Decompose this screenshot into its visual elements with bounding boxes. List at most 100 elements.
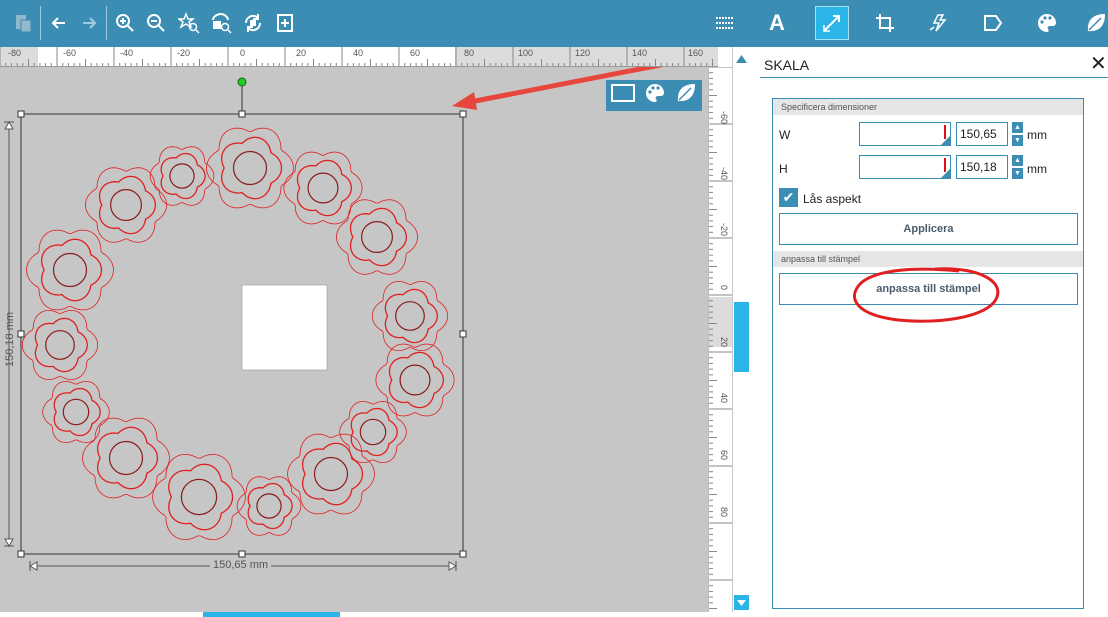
annotation-circle [853,267,1000,323]
flower-outline [26,229,114,311]
horizontal-scroll-thumb[interactable] [203,612,340,617]
flower-center [307,172,339,204]
spinner-up-icon[interactable]: ▲ [1012,155,1023,166]
leaf-icon[interactable] [1084,8,1108,38]
flower-outline [42,380,110,444]
height-dimension-label: 150,18 mm [4,311,16,367]
ruler-tick: -80 [8,48,22,58]
flower-center [45,330,75,360]
zoom-selection-icon[interactable] [174,8,204,38]
flower-petals [34,317,88,373]
flower-outline [149,146,215,206]
flower-outline [371,280,449,352]
redo-icon[interactable] [74,8,104,38]
toolbar-divider [40,6,41,40]
rotate-handle[interactable] [237,77,247,87]
ruler-tick: 60 [719,450,729,461]
zoom-fit-icon[interactable] [206,8,236,38]
horizontal-scrollbar[interactable] [0,612,750,617]
ruler-tick: 40 [353,48,364,58]
flower-center [232,150,268,186]
page-setup-icon[interactable] [978,8,1008,38]
flower-center [52,252,88,288]
ruler-tick: 140 [632,48,648,58]
toolbar-divider [106,6,107,40]
scroll-down-arrow-icon[interactable] [734,595,749,610]
flower-center [180,478,218,516]
text-icon[interactable]: A [762,8,792,38]
spinner-down-icon[interactable]: ▼ [1012,135,1023,146]
palette-icon[interactable] [644,82,666,109]
color-palette-icon[interactable] [1032,8,1062,38]
flower-outline [339,400,407,464]
trace-icon[interactable] [924,8,954,38]
flower-wreath[interactable] [21,127,455,541]
ruler-tick: -60 [63,48,77,58]
canvas-mini-toolbar [606,80,702,111]
scale-panel: SKALA ✕ Specificera dimensioner W 150,65… [760,47,1108,617]
ruler-tick: 40 [719,393,729,404]
flower-petals [388,351,445,409]
width-spinner[interactable]: ▲ ▼ [1012,122,1023,146]
flower-petals [301,442,364,506]
width-label: W [779,128,791,142]
leaf-icon[interactable] [675,82,697,109]
height-input[interactable]: 150,18 [956,155,1008,179]
flower-petals [350,407,398,457]
flower-petals [53,387,101,437]
spinner-up-icon[interactable]: ▲ [1012,122,1023,133]
flower-center [169,163,195,189]
close-icon[interactable]: ✕ [1090,54,1107,74]
flower-petals [160,152,206,200]
ruler-tick: -20 [177,48,191,58]
width-input[interactable]: 150,65 [956,122,1008,146]
horizontal-ruler: -80 -60 -40 -20 0 20 40 60 80 100 120 14… [0,47,718,67]
width-unit: mm [1027,128,1047,142]
vertical-ruler: -60 -40 -20 0 20 40 60 80 [708,67,733,612]
panel-title: SKALA [764,57,810,73]
center-square[interactable] [241,284,328,371]
flower-center [108,440,144,476]
zoom-in-icon[interactable] [110,8,140,38]
flower-petals [384,288,438,344]
rectangle-icon[interactable] [610,83,635,108]
flower-outline [335,199,419,275]
ruler-tick: -40 [719,167,729,181]
scale-settings-box: Specificera dimensioner W 150,65 ▲ ▼ mm H… [772,98,1084,609]
ruler-tick: 100 [518,48,534,58]
flower-center [313,456,349,492]
zoom-pan-icon[interactable] [238,8,268,38]
vertical-scroll-thumb[interactable] [734,302,749,372]
paste-icon[interactable] [8,8,38,38]
ruler-tick: 20 [296,48,307,58]
spinner-down-icon[interactable]: ▼ [1012,168,1023,179]
flower-petals [220,136,283,200]
scale-icon[interactable] [815,6,849,40]
main-toolbar: A [0,0,1108,47]
lock-aspect-checkbox[interactable]: ✔ [779,188,798,207]
flower-petals [40,238,103,302]
flower-outline [206,127,294,209]
scroll-up-arrow-icon[interactable] [735,51,748,63]
lock-aspect-label: Lås aspekt [803,192,862,206]
ruler-tick: 80 [464,48,475,58]
flower-center [109,189,142,222]
flower-center [359,418,387,446]
zoom-out-icon[interactable] [141,8,171,38]
vertical-scrollbar[interactable] [732,47,750,612]
ruler-tick: 0 [719,285,729,291]
design-canvas[interactable]: 150,18 mm 150,65 mm [0,67,708,612]
height-slider[interactable] [859,155,951,179]
height-label: H [779,162,788,176]
panel-title-underline [760,77,1108,78]
crop-icon[interactable] [870,8,900,38]
width-slider[interactable] [859,122,951,146]
undo-icon[interactable] [44,8,74,38]
fit-page-icon[interactable] [270,8,300,38]
apply-button[interactable]: Applicera [779,213,1078,245]
align-lines-icon[interactable] [710,8,740,38]
flower-center [395,301,425,331]
flower-outline [84,167,168,243]
ruler-tick: 80 [719,507,729,518]
height-spinner[interactable]: ▲ ▼ [1012,155,1023,179]
